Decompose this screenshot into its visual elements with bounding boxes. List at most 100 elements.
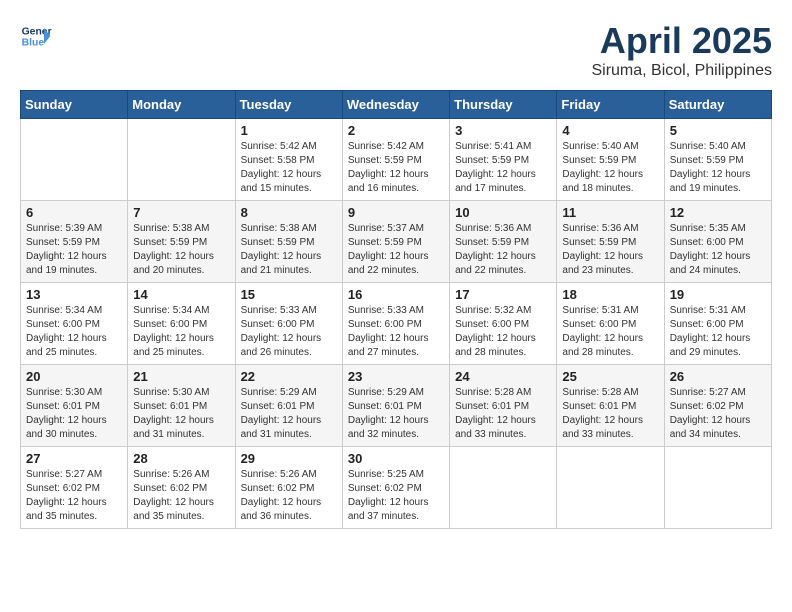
day-info: Sunrise: 5:40 AMSunset: 5:59 PMDaylight:…: [562, 140, 658, 196]
day-number: 17: [455, 287, 551, 302]
calendar-title: April 2025: [591, 20, 772, 62]
day-info: Sunrise: 5:33 AMSunset: 6:00 PMDaylight:…: [348, 304, 444, 360]
table-row: 24 Sunrise: 5:28 AMSunset: 6:01 PMDayligh…: [450, 365, 557, 447]
table-row: 21 Sunrise: 5:30 AMSunset: 6:01 PMDayligh…: [128, 365, 235, 447]
calendar-subtitle: Siruma, Bicol, Philippines: [591, 62, 772, 80]
day-info: Sunrise: 5:39 AMSunset: 5:59 PMDaylight:…: [26, 222, 122, 278]
table-row: 23 Sunrise: 5:29 AMSunset: 6:01 PMDayligh…: [342, 365, 449, 447]
day-number: 26: [670, 369, 766, 384]
day-info: Sunrise: 5:38 AMSunset: 5:59 PMDaylight:…: [241, 222, 337, 278]
day-number: 23: [348, 369, 444, 384]
table-row: 27 Sunrise: 5:27 AMSunset: 6:02 PMDayligh…: [21, 447, 128, 529]
day-info: Sunrise: 5:31 AMSunset: 6:00 PMDaylight:…: [670, 304, 766, 360]
table-row: [664, 447, 771, 529]
table-row: 6 Sunrise: 5:39 AMSunset: 5:59 PMDaylight…: [21, 201, 128, 283]
calendar-header-row: Sunday Monday Tuesday Wednesday Thursday…: [21, 91, 772, 119]
header-sunday: Sunday: [21, 91, 128, 119]
logo: General Blue: [20, 20, 52, 52]
svg-text:Blue: Blue: [22, 38, 45, 49]
day-info: Sunrise: 5:41 AMSunset: 5:59 PMDaylight:…: [455, 140, 551, 196]
table-row: 16 Sunrise: 5:33 AMSunset: 6:00 PMDayligh…: [342, 283, 449, 365]
day-info: Sunrise: 5:42 AMSunset: 5:59 PMDaylight:…: [348, 140, 444, 196]
calendar-week-row: 20 Sunrise: 5:30 AMSunset: 6:01 PMDayligh…: [21, 365, 772, 447]
table-row: [128, 119, 235, 201]
day-number: 1: [241, 123, 337, 138]
header-saturday: Saturday: [664, 91, 771, 119]
day-info: Sunrise: 5:42 AMSunset: 5:58 PMDaylight:…: [241, 140, 337, 196]
day-number: 30: [348, 451, 444, 466]
calendar-week-row: 1 Sunrise: 5:42 AMSunset: 5:58 PMDaylight…: [21, 119, 772, 201]
day-info: Sunrise: 5:33 AMSunset: 6:00 PMDaylight:…: [241, 304, 337, 360]
day-info: Sunrise: 5:26 AMSunset: 6:02 PMDaylight:…: [133, 468, 229, 524]
day-number: 4: [562, 123, 658, 138]
table-row: 8 Sunrise: 5:38 AMSunset: 5:59 PMDaylight…: [235, 201, 342, 283]
day-info: Sunrise: 5:37 AMSunset: 5:59 PMDaylight:…: [348, 222, 444, 278]
calendar-week-row: 27 Sunrise: 5:27 AMSunset: 6:02 PMDayligh…: [21, 447, 772, 529]
table-row: 30 Sunrise: 5:25 AMSunset: 6:02 PMDayligh…: [342, 447, 449, 529]
table-row: 15 Sunrise: 5:33 AMSunset: 6:00 PMDayligh…: [235, 283, 342, 365]
day-info: Sunrise: 5:32 AMSunset: 6:00 PMDaylight:…: [455, 304, 551, 360]
table-row: 19 Sunrise: 5:31 AMSunset: 6:00 PMDayligh…: [664, 283, 771, 365]
day-number: 19: [670, 287, 766, 302]
table-row: 11Sunrise: 5:36 AMSunset: 5:59 PMDayligh…: [557, 201, 664, 283]
table-row: 14 Sunrise: 5:34 AMSunset: 6:00 PMDayligh…: [128, 283, 235, 365]
day-number: 13: [26, 287, 122, 302]
table-row: 10 Sunrise: 5:36 AMSunset: 5:59 PMDayligh…: [450, 201, 557, 283]
day-number: 5: [670, 123, 766, 138]
day-number: 14: [133, 287, 229, 302]
table-row: [21, 119, 128, 201]
day-info: Sunrise: 5:30 AMSunset: 6:01 PMDaylight:…: [133, 386, 229, 442]
day-number: 15: [241, 287, 337, 302]
table-row: 20 Sunrise: 5:30 AMSunset: 6:01 PMDayligh…: [21, 365, 128, 447]
day-info: Sunrise: 5:27 AMSunset: 6:02 PMDaylight:…: [26, 468, 122, 524]
day-number: 2: [348, 123, 444, 138]
day-info: Sunrise: 5:34 AMSunset: 6:00 PMDaylight:…: [133, 304, 229, 360]
day-info: Sunrise: 5:29 AMSunset: 6:01 PMDaylight:…: [348, 386, 444, 442]
day-info: Sunrise: 5:38 AMSunset: 5:59 PMDaylight:…: [133, 222, 229, 278]
page-header: General Blue April 2025 Siruma, Bicol, P…: [20, 20, 772, 80]
day-number: 6: [26, 205, 122, 220]
day-number: 11: [562, 205, 658, 220]
day-number: 20: [26, 369, 122, 384]
header-tuesday: Tuesday: [235, 91, 342, 119]
day-number: 3: [455, 123, 551, 138]
table-row: 3 Sunrise: 5:41 AMSunset: 5:59 PMDaylight…: [450, 119, 557, 201]
table-row: 26Sunrise: 5:27 AMSunset: 6:02 PMDayligh…: [664, 365, 771, 447]
table-row: 5 Sunrise: 5:40 AMSunset: 5:59 PMDaylight…: [664, 119, 771, 201]
table-row: 28Sunrise: 5:26 AMSunset: 6:02 PMDayligh…: [128, 447, 235, 529]
title-area: April 2025 Siruma, Bicol, Philippines: [591, 20, 772, 80]
calendar-table: Sunday Monday Tuesday Wednesday Thursday…: [20, 90, 772, 529]
day-info: Sunrise: 5:25 AMSunset: 6:02 PMDaylight:…: [348, 468, 444, 524]
day-number: 8: [241, 205, 337, 220]
table-row: 9 Sunrise: 5:37 AMSunset: 5:59 PMDaylight…: [342, 201, 449, 283]
day-info: Sunrise: 5:34 AMSunset: 6:00 PMDaylight:…: [26, 304, 122, 360]
day-number: 27: [26, 451, 122, 466]
table-row: 4 Sunrise: 5:40 AMSunset: 5:59 PMDaylight…: [557, 119, 664, 201]
calendar-week-row: 13 Sunrise: 5:34 AMSunset: 6:00 PMDayligh…: [21, 283, 772, 365]
calendar-week-row: 6 Sunrise: 5:39 AMSunset: 5:59 PMDaylight…: [21, 201, 772, 283]
logo-icon: General Blue: [20, 20, 52, 52]
day-number: 16: [348, 287, 444, 302]
header-monday: Monday: [128, 91, 235, 119]
day-number: 24: [455, 369, 551, 384]
day-number: 10: [455, 205, 551, 220]
table-row: 29 Sunrise: 5:26 AMSunset: 6:02 PMDayligh…: [235, 447, 342, 529]
table-row: 1 Sunrise: 5:42 AMSunset: 5:58 PMDaylight…: [235, 119, 342, 201]
day-info: Sunrise: 5:40 AMSunset: 5:59 PMDaylight:…: [670, 140, 766, 196]
day-number: 21: [133, 369, 229, 384]
day-info: Sunrise: 5:28 AMSunset: 6:01 PMDaylight:…: [455, 386, 551, 442]
day-info: Sunrise: 5:30 AMSunset: 6:01 PMDaylight:…: [26, 386, 122, 442]
table-row: 13 Sunrise: 5:34 AMSunset: 6:00 PMDayligh…: [21, 283, 128, 365]
day-info: Sunrise: 5:29 AMSunset: 6:01 PMDaylight:…: [241, 386, 337, 442]
table-row: [450, 447, 557, 529]
day-number: 12: [670, 205, 766, 220]
table-row: 22 Sunrise: 5:29 AMSunset: 6:01 PMDayligh…: [235, 365, 342, 447]
table-row: 2 Sunrise: 5:42 AMSunset: 5:59 PMDaylight…: [342, 119, 449, 201]
day-number: 29: [241, 451, 337, 466]
day-info: Sunrise: 5:31 AMSunset: 6:00 PMDaylight:…: [562, 304, 658, 360]
day-number: 9: [348, 205, 444, 220]
day-info: Sunrise: 5:36 AMSunset: 5:59 PMDaylight:…: [455, 222, 551, 278]
day-number: 22: [241, 369, 337, 384]
day-info: Sunrise: 5:26 AMSunset: 6:02 PMDaylight:…: [241, 468, 337, 524]
day-info: Sunrise: 5:35 AMSunset: 6:00 PMDaylight:…: [670, 222, 766, 278]
